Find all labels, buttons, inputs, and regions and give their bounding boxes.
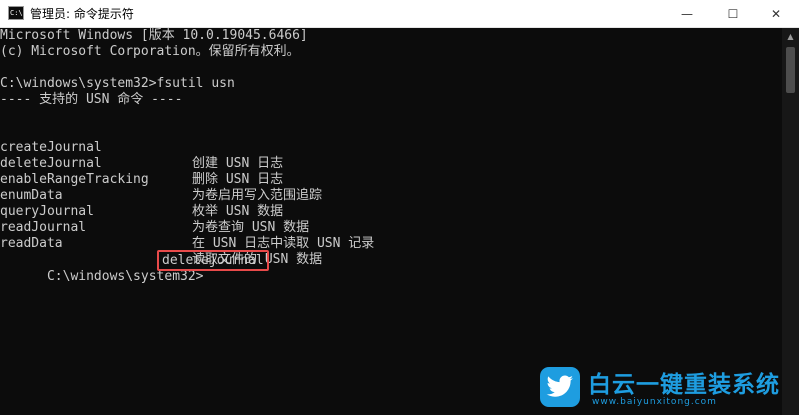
vertical-scrollbar[interactable]: ▲: [782, 28, 799, 415]
command-row: readJournal 在 USN 日志中读取 USN 记录: [0, 204, 780, 251]
command-name: readData: [0, 236, 63, 251]
supported-commands-header: ---- 支持的 USN 命令 ----: [0, 92, 183, 107]
prompt-line: C:\windows\system32>fsutil usn: [0, 76, 235, 91]
scroll-thumb[interactable]: [786, 47, 795, 93]
watermark-url: www.baiyunxitong.com: [592, 397, 717, 407]
banner-line: Microsoft Windows [版本 10.0.19045.6466]: [0, 28, 308, 43]
prompt-path: C:\windows\system32>: [46, 269, 204, 284]
watermark-title: 白云一键重装系统: [588, 372, 780, 398]
command-row: enableRangeTracking 为卷启用写入范围追踪: [0, 156, 780, 203]
command-row: readData 读取文件的 USN 数据: [0, 220, 780, 267]
twitter-bird-icon: [540, 367, 580, 407]
console-output[interactable]: Microsoft Windows [版本 10.0.19045.6466] (…: [0, 28, 780, 415]
cmd-app-icon[interactable]: C:\: [8, 6, 24, 20]
minimize-button[interactable]: —: [664, 0, 710, 28]
window-title: 管理员: 命令提示符: [30, 7, 134, 21]
command-row: deleteJournal 删除 USN 日志: [0, 140, 780, 187]
command-row: queryJournal 为卷查询 USN 数据: [0, 188, 780, 235]
command-row: enumData 枚举 USN 数据: [0, 172, 780, 219]
close-button[interactable]: ✕: [753, 0, 799, 28]
scroll-up-arrow-icon[interactable]: ▲: [782, 28, 799, 45]
command-highlight-box: [157, 250, 269, 271]
site-watermark: 白云一键重装系统 www.baiyunxitong.com: [540, 367, 790, 413]
maximize-button[interactable]: ☐: [710, 0, 756, 28]
command-row: createJournal 创建 USN 日志: [0, 124, 780, 171]
command-prompt-window: C:\ 管理员: 命令提示符 — ☐ ✕ Microsoft Windows […: [0, 0, 799, 415]
copyright-line: (c) Microsoft Corporation。保留所有权利。: [0, 44, 300, 59]
title-bar[interactable]: C:\ 管理员: 命令提示符 — ☐ ✕: [0, 0, 799, 28]
